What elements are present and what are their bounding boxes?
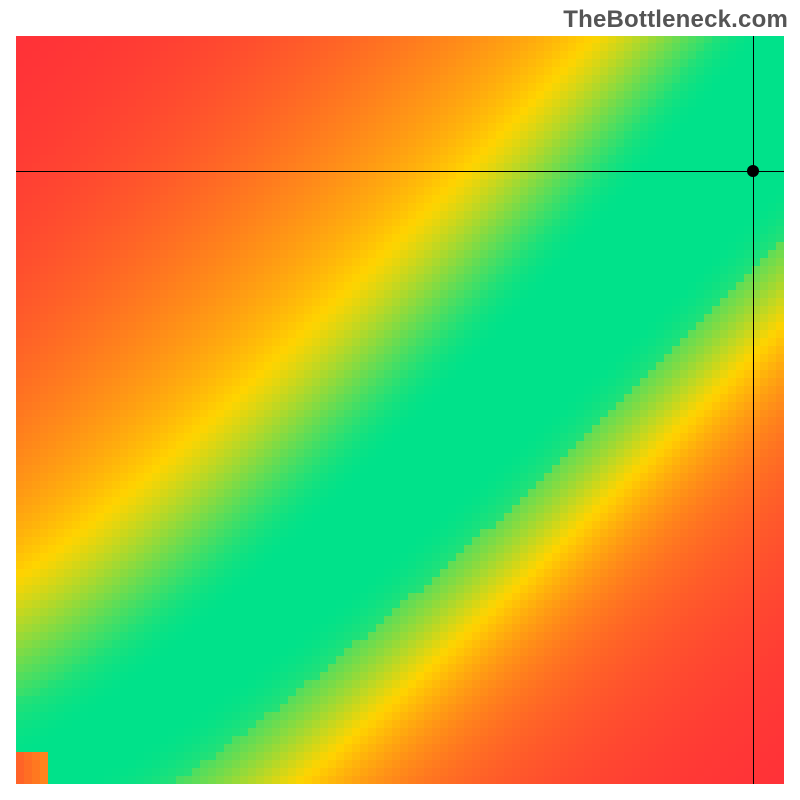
crosshair-horizontal xyxy=(16,171,784,172)
chart-container: TheBottleneck.com xyxy=(0,0,800,800)
data-point-marker xyxy=(747,165,759,177)
plot-area xyxy=(16,36,784,784)
watermark-text: TheBottleneck.com xyxy=(563,6,788,34)
crosshair-vertical xyxy=(753,36,754,784)
heatmap-canvas xyxy=(16,36,784,784)
